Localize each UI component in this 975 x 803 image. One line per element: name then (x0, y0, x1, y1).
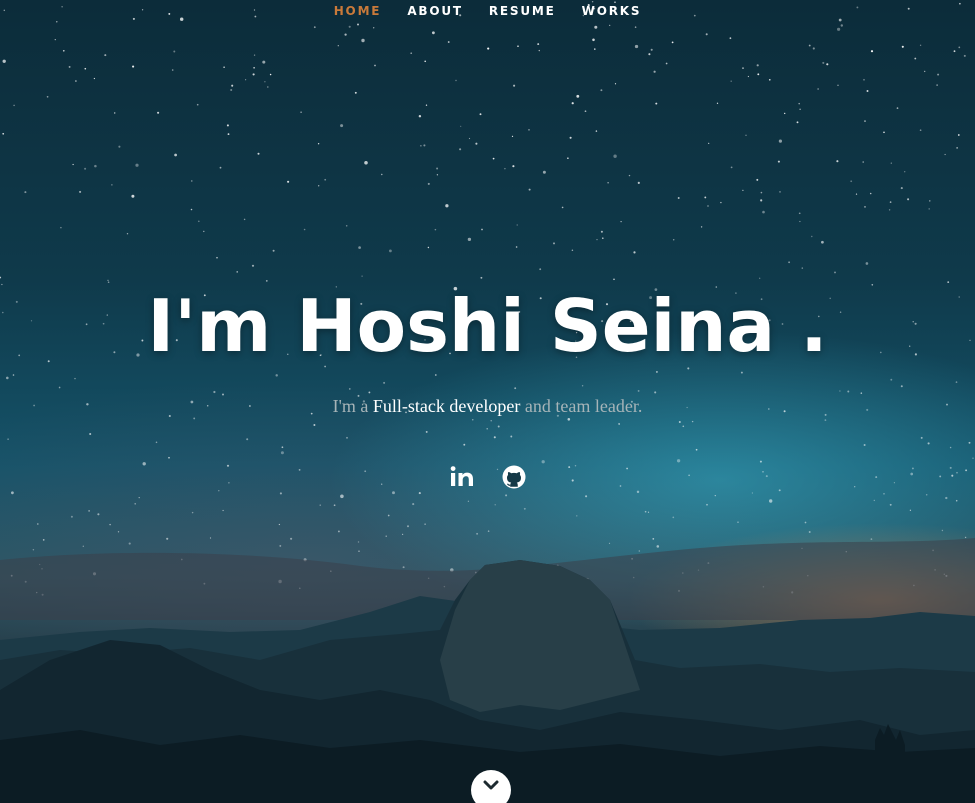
github-icon (502, 465, 525, 489)
nav-resume-link[interactable]: RESUME (489, 4, 556, 18)
hero-headline: I'm Hoshi Seina . (147, 284, 828, 368)
scroll-down-button[interactable] (471, 770, 511, 803)
github-link[interactable] (501, 464, 527, 490)
top-nav: HOME ABOUT RESUME WORKS (0, 4, 975, 18)
linkedin-icon (450, 466, 473, 486)
tagline-prefix: I'm a (332, 396, 373, 416)
nav-works-link[interactable]: WORKS (582, 4, 642, 18)
chevron-down-icon (483, 780, 499, 790)
nav-home-link[interactable]: HOME (334, 4, 382, 18)
hero-tagline: I'm a Full-stack developer and team lead… (0, 396, 975, 417)
hero-section: HOME ABOUT RESUME WORKS I'm Hoshi Seina … (0, 0, 975, 803)
nav-about-link[interactable]: ABOUT (407, 4, 463, 18)
tagline-suffix: and team leader. (520, 396, 643, 416)
tagline-highlight: Full-stack developer (372, 396, 521, 416)
social-links (0, 464, 975, 490)
linkedin-link[interactable] (449, 464, 475, 490)
